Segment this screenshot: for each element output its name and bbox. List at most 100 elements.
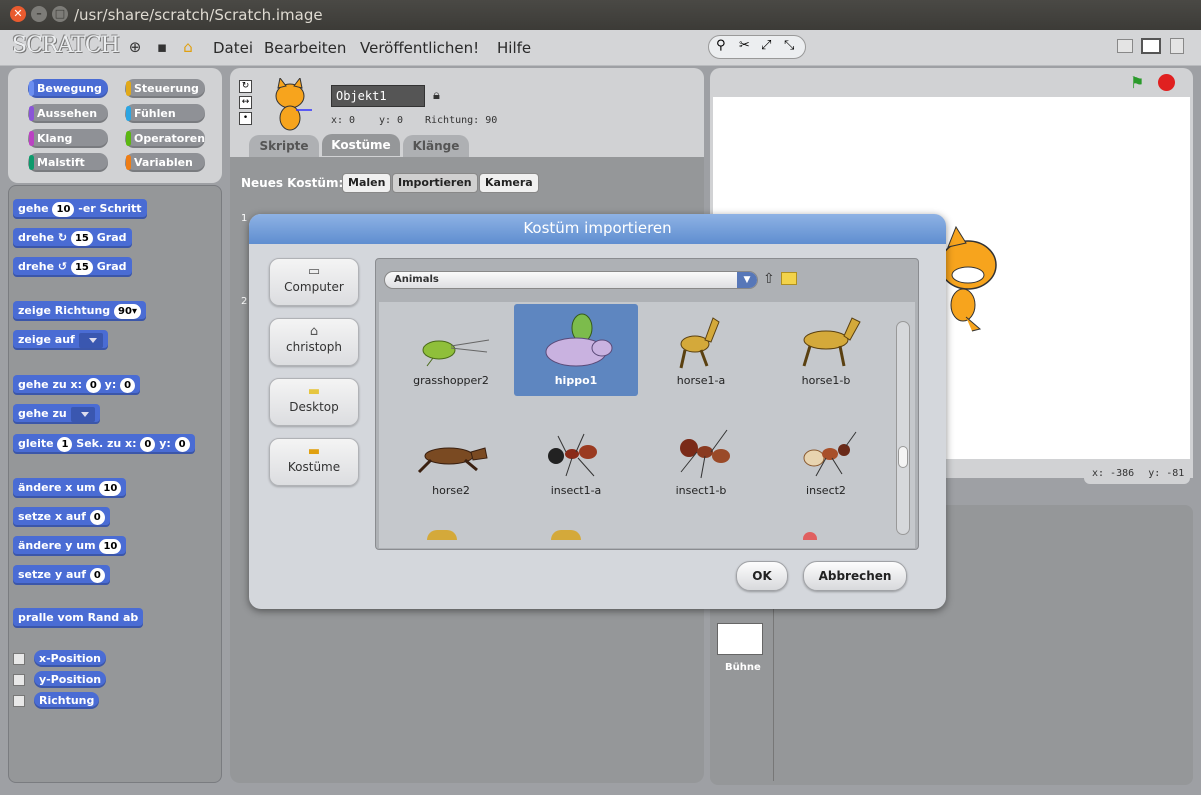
category-malstift[interactable]: Malstift (28, 153, 108, 172)
normal-stage-icon[interactable] (1141, 38, 1161, 54)
file-item-horse1-b[interactable]: horse1-b (764, 304, 888, 396)
chevron-down-icon: ▼ (737, 272, 757, 288)
block-goto-xy[interactable]: gehe zu x: 0 y: 0 (13, 375, 141, 395)
number-input[interactable]: 0 (140, 436, 156, 452)
menu-veroeffentlichen[interactable]: Veröffentlichen! (360, 39, 479, 57)
number-input[interactable]: 10 (99, 538, 122, 554)
number-input[interactable]: 0 (120, 377, 136, 393)
no-rotate-icon[interactable]: • (239, 112, 252, 125)
reporter-y-position[interactable]: y-Position (34, 671, 107, 688)
block-change-x[interactable]: ändere x um 10 (13, 478, 127, 498)
direction-checkbox[interactable] (13, 695, 25, 707)
green-flag-icon[interactable]: ⚑ (1130, 73, 1144, 92)
category-label: Steuerung (134, 82, 199, 95)
scissors-icon[interactable]: ✂ (739, 38, 750, 53)
scrollbar-thumb[interactable] (898, 446, 908, 468)
presentation-mode-icon[interactable] (1170, 38, 1184, 54)
menu-bearbeiten[interactable]: Bearbeiten (264, 39, 346, 57)
import-button[interactable]: Importieren (392, 173, 478, 193)
stamp-icon[interactable]: ⚲ (716, 38, 726, 53)
cancel-button[interactable]: Abbrechen (803, 561, 907, 591)
x-position-checkbox[interactable] (13, 653, 25, 665)
ok-button[interactable]: OK (736, 561, 788, 591)
minimize-window-button[interactable]: – (31, 6, 47, 22)
category-operatoren[interactable]: Operatoren (125, 129, 205, 148)
close-window-button[interactable]: ✕ (10, 6, 26, 22)
block-point-towards[interactable]: zeige auf (13, 330, 108, 350)
number-input[interactable]: 0 (89, 567, 105, 583)
file-item-insect1-a[interactable]: insect1-a (514, 414, 638, 506)
number-input[interactable]: 1 (57, 436, 73, 452)
block-point-direction[interactable]: zeige Richtung 90▾ (13, 301, 146, 321)
paint-button[interactable]: Malen (342, 173, 392, 193)
category-bewegung[interactable]: Bewegung (28, 79, 108, 98)
share-upload-icon[interactable]: ⌂ (179, 38, 197, 56)
place-home[interactable]: ⌂ christoph (269, 318, 359, 366)
block-change-y[interactable]: ändere y um 10 (13, 536, 127, 556)
category-fuehlen[interactable]: Fühlen (125, 104, 205, 123)
stop-icon[interactable] (1158, 74, 1175, 91)
file-item-partial[interactable] (551, 530, 581, 540)
folder-dropdown[interactable]: Animals ▼ (384, 271, 758, 289)
tab-skripte[interactable]: Skripte (249, 135, 319, 157)
file-item-horse1-a[interactable]: horse1-a (639, 304, 763, 396)
stage-thumbnail[interactable] (717, 623, 763, 655)
reporter-x-position[interactable]: x-Position (34, 650, 107, 667)
number-input[interactable]: 0 (89, 509, 105, 525)
new-costume-label: Neues Kostüm: (241, 176, 344, 190)
block-goto[interactable]: gehe zu (13, 404, 100, 424)
file-item-insect1-b[interactable]: insect1-b (639, 414, 763, 506)
save-icon[interactable]: ▪ (153, 38, 171, 56)
file-item-partial[interactable] (427, 530, 457, 540)
sprite-name-input[interactable]: Objekt1 (331, 85, 425, 107)
language-globe-icon[interactable]: ⊕ (126, 38, 144, 56)
place-costumes[interactable]: ▬ Kostüme (269, 438, 359, 486)
category-variablen[interactable]: Variablen (125, 153, 205, 172)
number-input[interactable]: 10 (99, 480, 122, 496)
block-turn-right[interactable]: drehe ↻ 15 Grad (13, 228, 132, 248)
reporter-direction[interactable]: Richtung (34, 692, 100, 709)
menu-datei[interactable]: Datei (213, 39, 253, 57)
camera-button[interactable]: Kamera (479, 173, 539, 193)
y-position-checkbox[interactable] (13, 674, 25, 686)
file-name: horse2 (432, 484, 470, 497)
number-input[interactable]: 15 (70, 230, 93, 246)
category-aussehen[interactable]: Aussehen (28, 104, 108, 123)
flip-style-icon[interactable]: ↔ (239, 96, 252, 109)
grow-icon[interactable]: ⤢ (761, 38, 771, 53)
number-input[interactable]: 0 (85, 377, 101, 393)
place-computer[interactable]: ▭ Computer (269, 258, 359, 306)
category-steuerung[interactable]: Steuerung (125, 79, 205, 98)
block-set-x[interactable]: setze x auf 0 (13, 507, 110, 527)
rotate-style-icon[interactable]: ↻ (239, 80, 252, 93)
block-bounce[interactable]: pralle vom Rand ab (13, 608, 144, 628)
target-dropdown[interactable] (78, 332, 103, 348)
tab-kostueme[interactable]: Kostüme (322, 134, 400, 156)
small-stage-icon[interactable] (1117, 39, 1133, 53)
shrink-icon[interactable]: ⤡ (784, 38, 794, 53)
parent-folder-icon[interactable]: ⇧ (763, 271, 775, 287)
file-item-partial[interactable] (803, 532, 817, 540)
maximize-window-button[interactable]: □ (52, 6, 68, 22)
direction-dropdown[interactable]: 90▾ (114, 303, 141, 319)
block-glide[interactable]: gleite 1 Sek. zu x: 0 y: 0 (13, 434, 195, 454)
number-input[interactable]: 10 (52, 201, 75, 217)
block-turn-left[interactable]: drehe ↺ 15 Grad (13, 257, 132, 277)
file-name: insect1-a (550, 484, 602, 497)
lock-icon[interactable]: 🔒︎ (433, 88, 440, 103)
number-input[interactable]: 15 (70, 259, 93, 275)
tab-klaenge[interactable]: Klänge (403, 135, 469, 157)
place-desktop[interactable]: ▬ Desktop (269, 378, 359, 426)
block-move[interactable]: gehe 10 -er Schritt (13, 199, 147, 219)
menu-hilfe[interactable]: Hilfe (497, 39, 531, 57)
file-item-grasshopper2[interactable]: grasshopper2 (389, 304, 513, 396)
number-input[interactable]: 0 (174, 436, 190, 452)
file-list-scrollbar[interactable] (896, 321, 910, 535)
block-set-y[interactable]: setze y auf 0 (13, 565, 110, 585)
target-dropdown[interactable] (70, 406, 95, 422)
file-item-horse2[interactable]: horse2 (389, 414, 513, 506)
new-folder-icon[interactable] (781, 272, 797, 285)
file-item-insect2[interactable]: insect2 (764, 414, 888, 506)
category-klang[interactable]: Klang (28, 129, 108, 148)
file-item-hippo1[interactable]: hippo1 (514, 304, 638, 396)
